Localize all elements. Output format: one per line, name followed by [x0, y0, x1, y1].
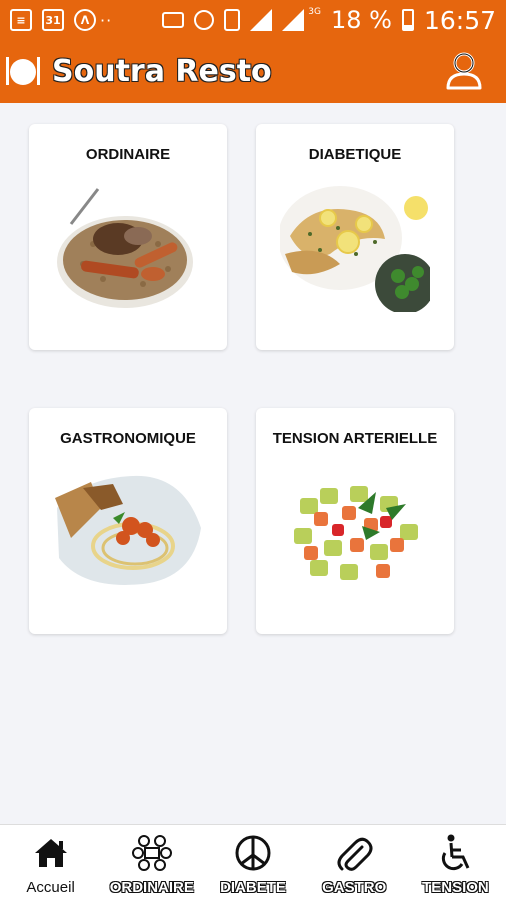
card-title: DIABETIQUE [308, 146, 402, 163]
document-icon: ≡ [10, 9, 32, 31]
app-title: Soutra Resto [52, 54, 272, 89]
category-card-tension-arterielle[interactable]: TENSION ARTERIELLE [256, 408, 454, 634]
plate-cutlery-icon [6, 55, 40, 89]
category-card-ordinaire[interactable]: ORDINAIRE [29, 124, 227, 350]
home-icon [34, 839, 67, 867]
category-card-gastronomique[interactable]: GASTRONOMIQUE [29, 408, 227, 634]
hotspot-icon [194, 10, 215, 30]
nav-label-tension: TENSION [422, 879, 489, 896]
people-table-icon [131, 835, 172, 871]
nav-label-accueil: Accueil [26, 879, 75, 896]
user-icon [446, 52, 482, 90]
wifi-signal-icon [250, 9, 273, 31]
more-notifications-icon: ·· [100, 10, 113, 30]
nav-label-ordinaire: ORDINAIRE [109, 879, 194, 896]
app-bar: Soutra Resto [0, 40, 506, 103]
cast-icon [162, 12, 185, 28]
card-title: TENSION ARTERIELLE [272, 430, 438, 447]
battery-percent: 18 % [330, 6, 392, 34]
couscous-image [57, 188, 193, 308]
nav-label-gastro: GASTRO [322, 879, 387, 896]
profile-button[interactable] [444, 50, 484, 92]
calendar-day: 31 [45, 13, 61, 27]
peace-icon [235, 835, 271, 871]
cell-signal-icon [282, 9, 305, 31]
calendar-icon: 31 [42, 9, 64, 31]
vibrate-icon [224, 9, 241, 31]
avocado-salad-image [294, 486, 418, 580]
app-notification-icon: ᐱ [74, 9, 96, 31]
network-type: 3G [308, 7, 321, 17]
status-bar: ≡ 31 ᐱ ·· 3G 18 % 16:57 [0, 0, 506, 40]
chicken-piccata-image [280, 186, 430, 312]
clock: 16:57 [423, 5, 496, 35]
system-icons: 3G 18 % 16:57 [162, 6, 496, 35]
paperclip-icon [337, 837, 373, 871]
category-card-diabetique[interactable]: DIABETIQUE [256, 124, 454, 350]
nav-item-tension[interactable]: TENSION [405, 825, 506, 900]
card-title: ORDINAIRE [85, 146, 171, 163]
nav-item-ordinaire[interactable]: ORDINAIRE [101, 825, 202, 900]
pasta-shrimp-image [55, 475, 201, 585]
nav-label-diabete: DIABETE [220, 879, 286, 896]
bottom-navigation: Accueil ORDINAIRE DIABETE GASTRO TENSION [0, 824, 506, 900]
card-title: GASTRONOMIQUE [60, 430, 196, 447]
nav-item-gastro[interactable]: GASTRO [304, 825, 405, 900]
notification-icons: ≡ 31 ᐱ ·· [10, 9, 112, 31]
nav-item-diabete[interactable]: DIABETE [202, 825, 303, 900]
wheelchair-icon [442, 834, 470, 871]
nav-item-accueil[interactable]: Accueil [0, 825, 101, 900]
battery-icon [401, 9, 414, 31]
